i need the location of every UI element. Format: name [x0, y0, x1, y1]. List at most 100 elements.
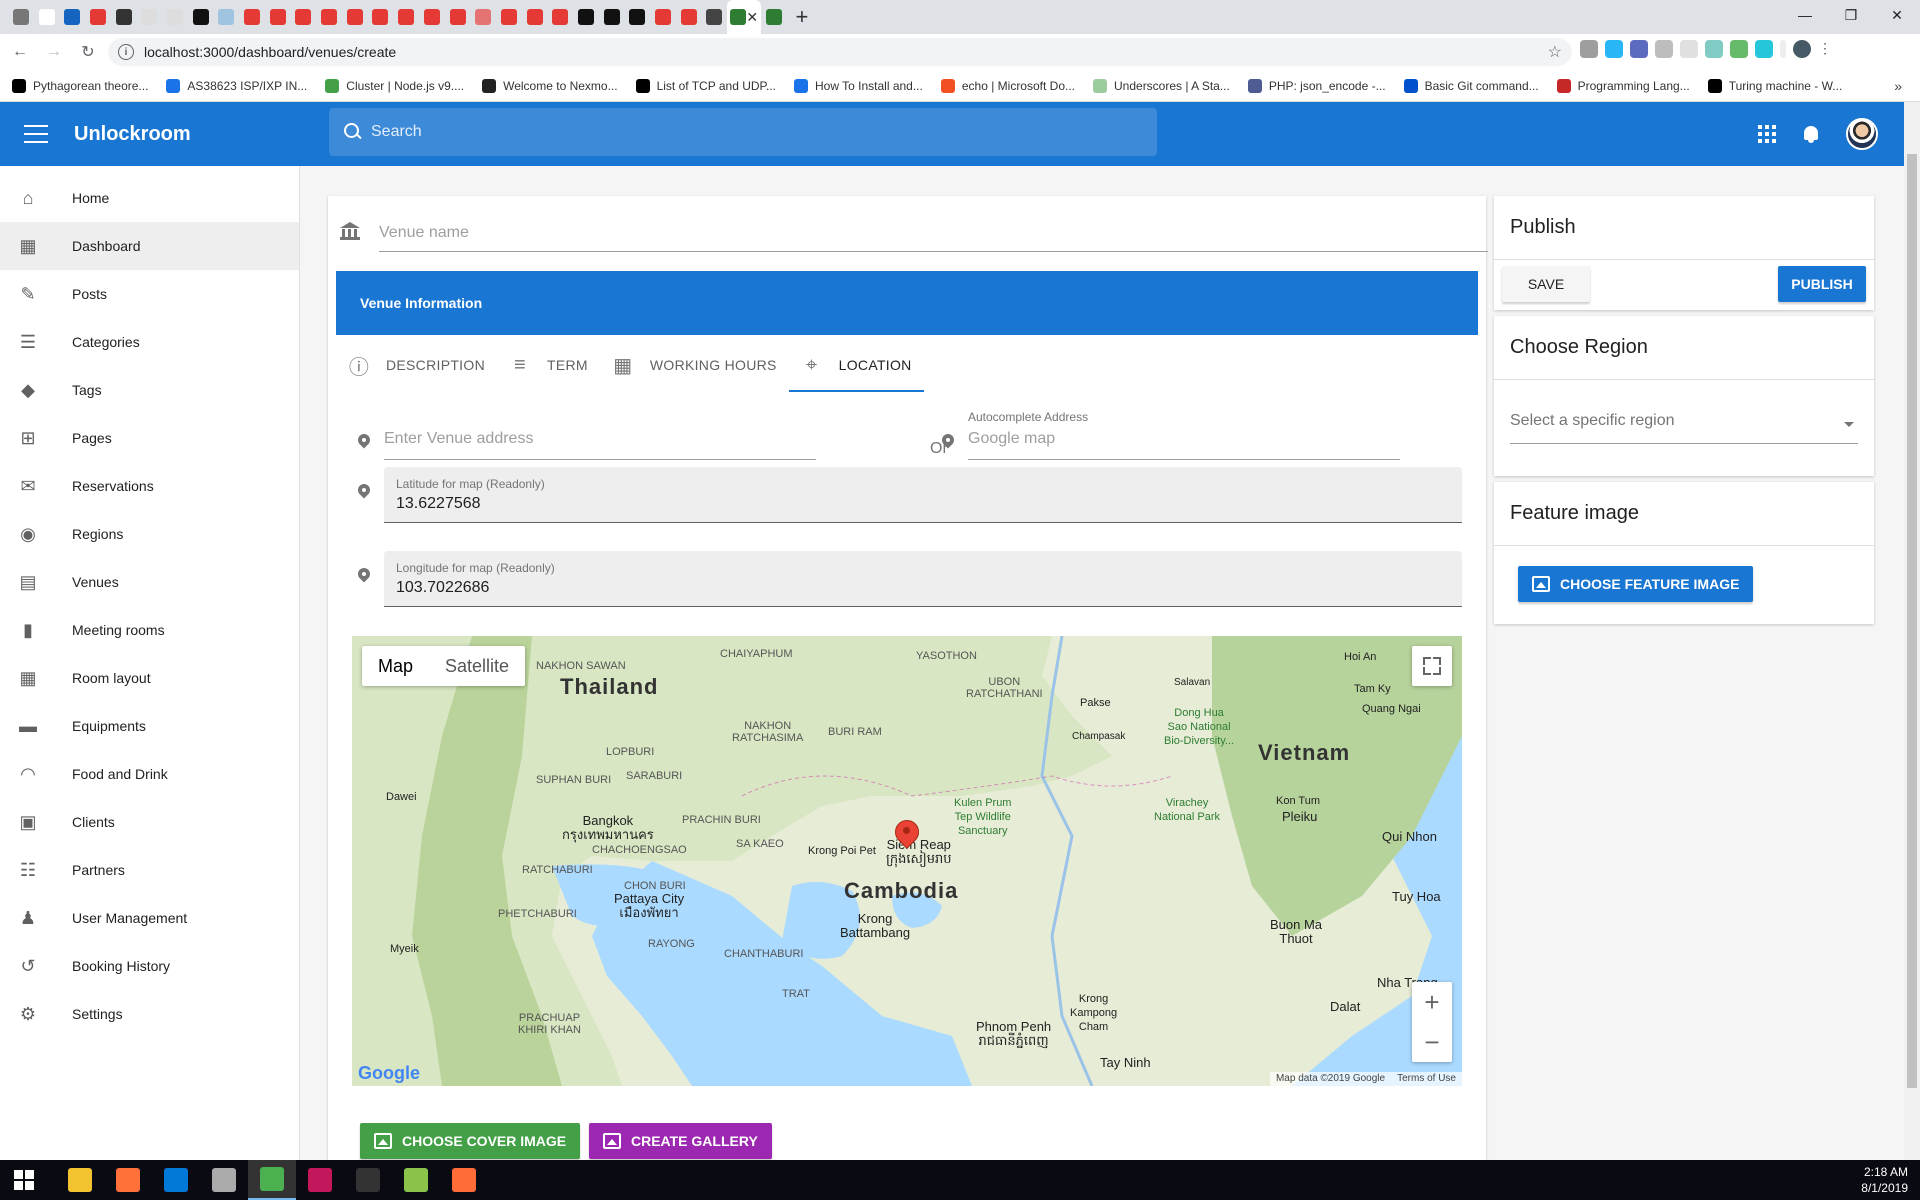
extension-icon[interactable] [1655, 40, 1673, 58]
browser-tab[interactable] [291, 0, 317, 34]
bookmark-item[interactable]: Underscores | A Sta... [1093, 78, 1230, 93]
file-explorer-icon[interactable] [56, 1160, 104, 1200]
sidebar-item-regions[interactable]: ◉ Regions [0, 510, 299, 558]
bookmark-item[interactable]: Basic Git command... [1403, 78, 1539, 93]
extension-icon[interactable] [1580, 40, 1598, 58]
extension-icon[interactable] [1630, 40, 1648, 58]
zoom-out-icon[interactable]: − [1412, 1022, 1452, 1062]
browser-tab[interactable] [650, 0, 676, 34]
windows-start-icon[interactable] [0, 1160, 48, 1200]
browser-tab[interactable] [393, 0, 419, 34]
address-bar[interactable]: i localhost:3000/dashboard/venues/create… [108, 38, 1572, 66]
bookmark-item[interactable]: Cluster | Node.js v9.... [325, 78, 464, 93]
browser-tab[interactable] [8, 0, 34, 34]
bookmark-item[interactable]: How To Install and... [794, 78, 923, 93]
tab-location[interactable]: ⌖ LOCATION [788, 338, 924, 392]
tab-working-hours[interactable]: ▦ WORKING HOURS [600, 338, 789, 392]
bookmark-item[interactable]: Welcome to Nexmo... [482, 78, 618, 93]
zoom-in-icon[interactable]: + [1412, 982, 1452, 1022]
sidebar-item-user-management[interactable]: ♟ User Management [0, 894, 299, 942]
google-map[interactable]: Thailand Cambodia Vietnam Bangkok กรุงเท… [352, 636, 1462, 1086]
avatar[interactable] [1846, 118, 1878, 150]
browser-tab[interactable] [239, 0, 265, 34]
fullscreen-icon[interactable] [1412, 646, 1452, 686]
bookmark-item[interactable]: echo | Microsoft Do... [940, 78, 1075, 93]
sidebar-item-home[interactable]: ⌂ Home [0, 174, 299, 222]
back-icon[interactable]: ← [6, 38, 34, 66]
bookmark-item[interactable]: Pythagorean theore... [12, 78, 148, 93]
map-marker-icon[interactable] [895, 820, 917, 850]
vscode-icon[interactable] [152, 1160, 200, 1200]
forward-icon[interactable]: → [40, 38, 68, 66]
browser-tab[interactable] [59, 0, 85, 34]
browser-tab[interactable] [470, 0, 496, 34]
system-clock[interactable]: 2:18 AM 8/1/2019 [1861, 1164, 1908, 1196]
save-button[interactable]: SAVE [1502, 266, 1590, 302]
sidebar-item-posts[interactable]: ✎ Posts [0, 270, 299, 318]
venue-address-input[interactable]: Enter Venue address [384, 430, 816, 460]
browser-tab[interactable] [496, 0, 522, 34]
sidebar-item-partners[interactable]: ☷ Partners [0, 846, 299, 894]
browser-tab[interactable] [85, 0, 111, 34]
browser-tab[interactable] [136, 0, 162, 34]
sidebar-item-venues[interactable]: ▤ Venues [0, 558, 299, 606]
choose-cover-image-button[interactable]: CHOOSE COVER IMAGE [360, 1123, 581, 1159]
bookmark-item[interactable]: PHP: json_encode -... [1247, 78, 1386, 93]
map-type-map-button[interactable]: Map [362, 646, 429, 686]
browser-tab[interactable] [599, 0, 625, 34]
menu-dots-icon[interactable]: ⋮ [1818, 40, 1832, 58]
app-brand[interactable]: Unlockroom [74, 123, 191, 146]
extension-icon[interactable] [1605, 40, 1623, 58]
browser-tab[interactable] [445, 0, 471, 34]
sidebar-item-food-and-drink[interactable]: ◠ Food and Drink [0, 750, 299, 798]
site-info-icon[interactable]: i [118, 44, 134, 60]
extension-icon[interactable] [1755, 40, 1773, 58]
publish-button[interactable]: PUBLISH [1778, 266, 1866, 302]
browser-tab[interactable] [522, 0, 548, 34]
sidebar-item-clients[interactable]: ▣ Clients [0, 798, 299, 846]
close-window-icon[interactable]: ✕ [1874, 0, 1920, 30]
browser-tab-active[interactable]: ✕ [727, 0, 762, 34]
sidebar-item-meeting-rooms[interactable]: ▮ Meeting rooms [0, 606, 299, 654]
sidebar-item-reservations[interactable]: ✉ Reservations [0, 462, 299, 510]
browser-tab[interactable] [368, 0, 394, 34]
bookmark-item[interactable]: Turing machine - W... [1707, 78, 1842, 93]
choose-feature-image-button[interactable]: CHOOSE FEATURE IMAGE [1518, 566, 1754, 602]
tab-description[interactable]: ⓘ DESCRIPTION [336, 338, 497, 392]
chrome-icon[interactable] [248, 1160, 296, 1200]
browser-tab[interactable] [702, 0, 728, 34]
more-bookmarks-icon[interactable]: » [1894, 78, 1902, 94]
browser-tab[interactable] [111, 0, 137, 34]
printer-icon[interactable] [200, 1160, 248, 1200]
google-map-autocomplete-input[interactable]: Google map [968, 430, 1400, 460]
browser-tab[interactable] [265, 0, 291, 34]
sidebar-item-room-layout[interactable]: ▦ Room layout [0, 654, 299, 702]
tab-term[interactable]: ≡ TERM [497, 338, 600, 392]
bookmark-star-icon[interactable]: ☆ [1548, 42, 1562, 62]
browser-tab[interactable] [34, 0, 60, 34]
postman-icon[interactable] [440, 1160, 488, 1200]
browser-tab[interactable] [316, 0, 342, 34]
maximize-icon[interactable]: ❐ [1828, 0, 1874, 30]
browser-tab[interactable] [419, 0, 445, 34]
extension-icon[interactable] [1730, 40, 1748, 58]
notifications-bell-icon[interactable] [1802, 124, 1820, 144]
notepad-icon[interactable] [392, 1160, 440, 1200]
browser-tab[interactable] [162, 0, 188, 34]
sidebar-item-dashboard[interactable]: ▦ Dashboard [0, 222, 299, 270]
search-box[interactable] [329, 108, 1157, 156]
browser-tab[interactable] [573, 0, 599, 34]
browser-tab[interactable] [547, 0, 573, 34]
apps-grid-icon[interactable] [1758, 125, 1776, 143]
bookmark-item[interactable]: Programming Lang... [1556, 78, 1690, 93]
venue-name-input[interactable]: Venue name [379, 216, 1488, 252]
page-scrollbar[interactable] [1904, 102, 1920, 1160]
sidebar-item-equipments[interactable]: ▬ Equipments [0, 702, 299, 750]
browser-tab[interactable] [188, 0, 214, 34]
map-type-satellite-button[interactable]: Satellite [429, 646, 525, 686]
create-gallery-button[interactable]: CREATE GALLERY [589, 1123, 772, 1159]
sidebar-item-tags[interactable]: ◆ Tags [0, 366, 299, 414]
menu-icon[interactable] [24, 125, 48, 143]
extension-icon[interactable] [1705, 40, 1723, 58]
bookmark-item[interactable]: List of TCP and UDP... [635, 78, 776, 93]
